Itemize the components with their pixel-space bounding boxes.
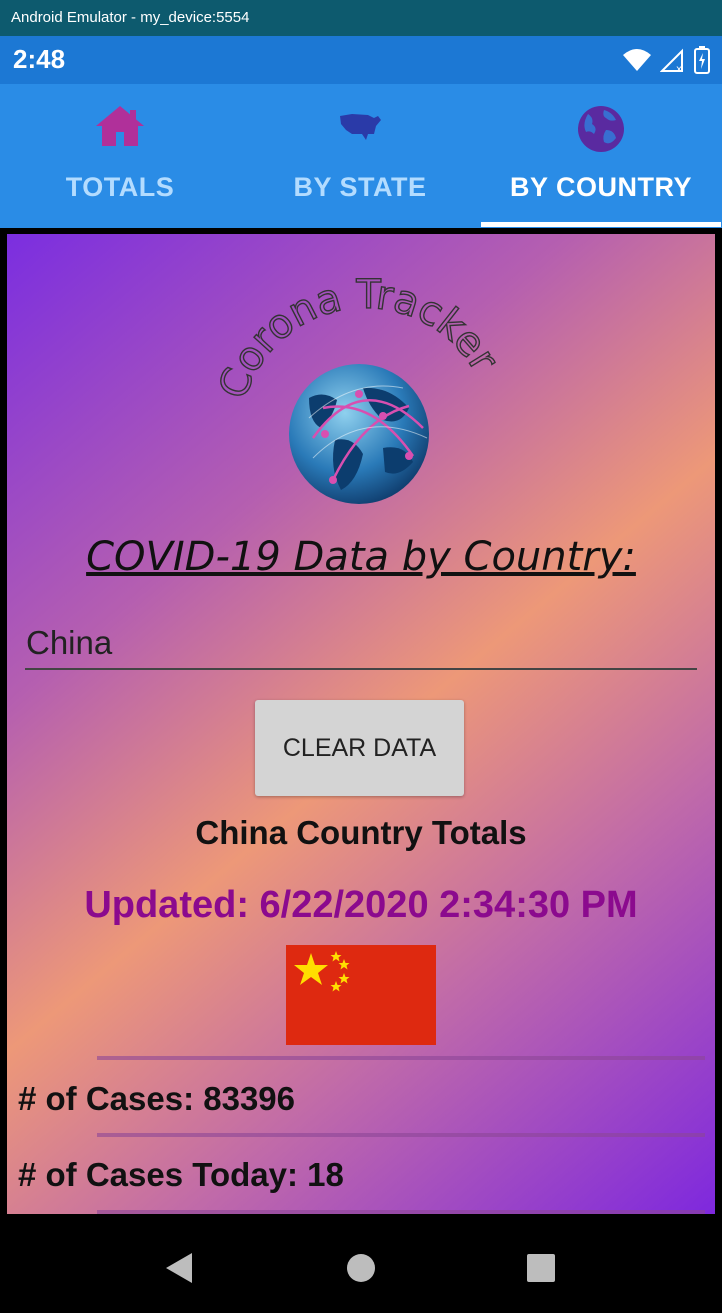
tab-label: BY COUNTRY bbox=[509, 172, 693, 202]
status-bar: 2:48 x bbox=[0, 36, 722, 84]
country-totals-title: China Country Totals bbox=[195, 814, 527, 851]
tab-totals[interactable]: TOTALS bbox=[0, 84, 240, 228]
back-icon[interactable] bbox=[164, 1251, 194, 1289]
cases-today: # of Cases Today: 18 bbox=[18, 1156, 344, 1193]
tab-bar: TOTALS BY STATE BY COUNTRY bbox=[0, 84, 722, 228]
china-flag bbox=[286, 945, 436, 1045]
window-title: Android Emulator - my_device:5554 bbox=[0, 0, 722, 36]
battery-icon bbox=[694, 46, 710, 78]
status-icons: x bbox=[622, 46, 710, 78]
tab-by-state[interactable]: BY STATE bbox=[240, 84, 480, 228]
globe-icon bbox=[576, 104, 626, 158]
signal-icon: x bbox=[659, 47, 686, 77]
divider bbox=[97, 1210, 705, 1214]
corona-tracker-logo: Corona Tracker bbox=[210, 258, 513, 508]
divider bbox=[97, 1056, 705, 1060]
tab-by-country[interactable]: BY COUNTRY bbox=[481, 84, 721, 228]
country-input[interactable] bbox=[25, 618, 697, 670]
page-heading: COVID-19 Data by Country: bbox=[86, 534, 636, 580]
cases-total: # of Cases: 83396 bbox=[18, 1080, 296, 1117]
usa-map-icon bbox=[338, 112, 382, 146]
divider bbox=[97, 1133, 705, 1137]
tab-label: BY STATE bbox=[293, 172, 427, 202]
tab-label: TOTALS bbox=[65, 172, 175, 202]
country-page: Corona Tracker COVID-19 Data by Country:… bbox=[7, 234, 715, 1214]
svg-text:x: x bbox=[676, 64, 682, 73]
status-time: 2:48 bbox=[13, 44, 66, 74]
recent-apps-icon[interactable] bbox=[526, 1253, 556, 1287]
selected-tab-indicator bbox=[481, 222, 721, 227]
updated-timestamp: Updated: 6/22/2020 2:34:30 PM bbox=[84, 884, 638, 926]
wifi-icon bbox=[622, 47, 652, 77]
android-nav-bar bbox=[0, 1221, 722, 1313]
home-icon bbox=[94, 104, 146, 152]
clear-data-button[interactable]: CLEAR DATA bbox=[255, 700, 464, 796]
home-button-icon[interactable] bbox=[346, 1253, 376, 1287]
